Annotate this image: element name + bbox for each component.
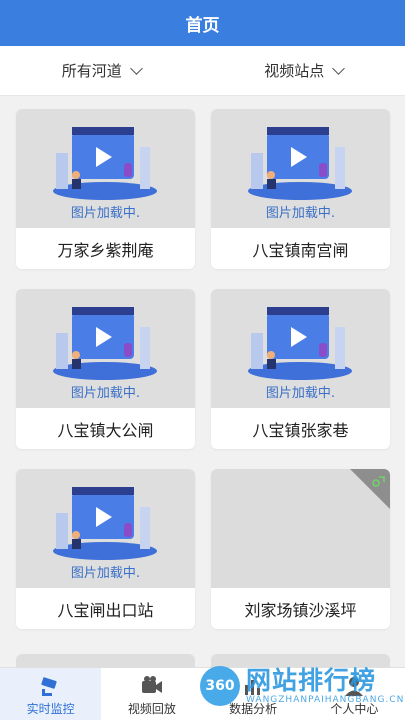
tab-label: 个人中心 (330, 702, 379, 716)
station-name: 刘家场镇沙溪坪 (244, 600, 357, 620)
video-loading-illustration-icon (53, 127, 157, 200)
video-playback-icon (141, 676, 162, 693)
station-grid: 图片加载中. 万家乡紫荆庵 图片加载中. 八宝镇南宫闸 图片加载中. 八宝镇大公… (16, 109, 390, 629)
app-header: 首页 (0, 0, 405, 46)
station-card[interactable]: 图片加载中. 八宝镇南宫闸 (211, 109, 390, 269)
station-card[interactable]: 图片加载中. 八宝闸出口站 (16, 469, 195, 629)
loading-text: 图片加载中. (70, 386, 141, 401)
chevron-down-icon (332, 61, 346, 75)
station-card[interactable]: 刘家场镇沙溪坪 (211, 469, 390, 629)
loading-text: 图片加载中. (70, 206, 141, 221)
station-filter[interactable]: 视频站点 (203, 46, 405, 95)
tab-personal-center[interactable]: 个人中心 (304, 668, 405, 720)
tab-video-playback[interactable]: 视频回放 (101, 668, 202, 720)
tab-realtime-monitor[interactable]: 实时监控 (0, 668, 102, 720)
loading-text: 图片加载中. (265, 386, 336, 401)
video-thumbnail: 图片加载中. (16, 109, 195, 228)
loading-text: 图片加载中. (265, 206, 336, 221)
station-card[interactable]: 图片加载中. 万家乡紫荆庵 (16, 109, 195, 269)
video-loading-illustration-icon (248, 307, 352, 380)
river-filter-label: 所有河道 (61, 62, 122, 80)
station-name: 八宝镇大公闸 (57, 420, 154, 440)
page-title: 首页 (185, 15, 220, 36)
tab-label: 视频回放 (127, 702, 176, 716)
station-name: 万家乡紫荆庵 (57, 240, 154, 260)
station-name: 八宝闸出口站 (57, 600, 154, 620)
user-icon (345, 677, 364, 696)
station-card-partial[interactable] (16, 654, 195, 668)
station-filter-label: 视频站点 (264, 62, 325, 80)
tab-label: 实时监控 (26, 702, 75, 716)
tab-data-analysis[interactable]: 数据分析 (203, 668, 304, 720)
chevron-down-icon (129, 61, 143, 75)
river-filter[interactable]: 所有河道 (0, 46, 203, 95)
station-card[interactable]: 图片加载中. 八宝镇张家巷 (211, 289, 390, 449)
video-loading-illustration-icon (248, 127, 352, 200)
video-loading-illustration-icon (53, 487, 157, 560)
signal-status-icon (372, 476, 385, 487)
station-name: 八宝镇张家巷 (252, 420, 349, 440)
tab-label: 数据分析 (229, 702, 278, 716)
video-loading-illustration-icon (53, 307, 157, 380)
filter-bar: 所有河道 视频站点 (0, 46, 405, 96)
video-thumbnail: 图片加载中. (16, 289, 195, 408)
video-thumbnail: 图片加载中. (211, 109, 390, 228)
video-thumbnail: 图片加载中. (16, 469, 195, 588)
station-card[interactable]: 图片加载中. 八宝镇大公闸 (16, 289, 195, 449)
chart-icon (245, 680, 261, 695)
station-name: 八宝镇南宫闸 (252, 240, 349, 260)
station-card-partial[interactable] (211, 654, 390, 668)
camera-icon (40, 677, 57, 696)
loading-text: 图片加载中. (70, 566, 141, 581)
video-thumbnail: 图片加载中. (211, 289, 390, 408)
bottom-tab-bar: 实时监控 视频回放 数据分析 个人中心 (0, 667, 405, 720)
